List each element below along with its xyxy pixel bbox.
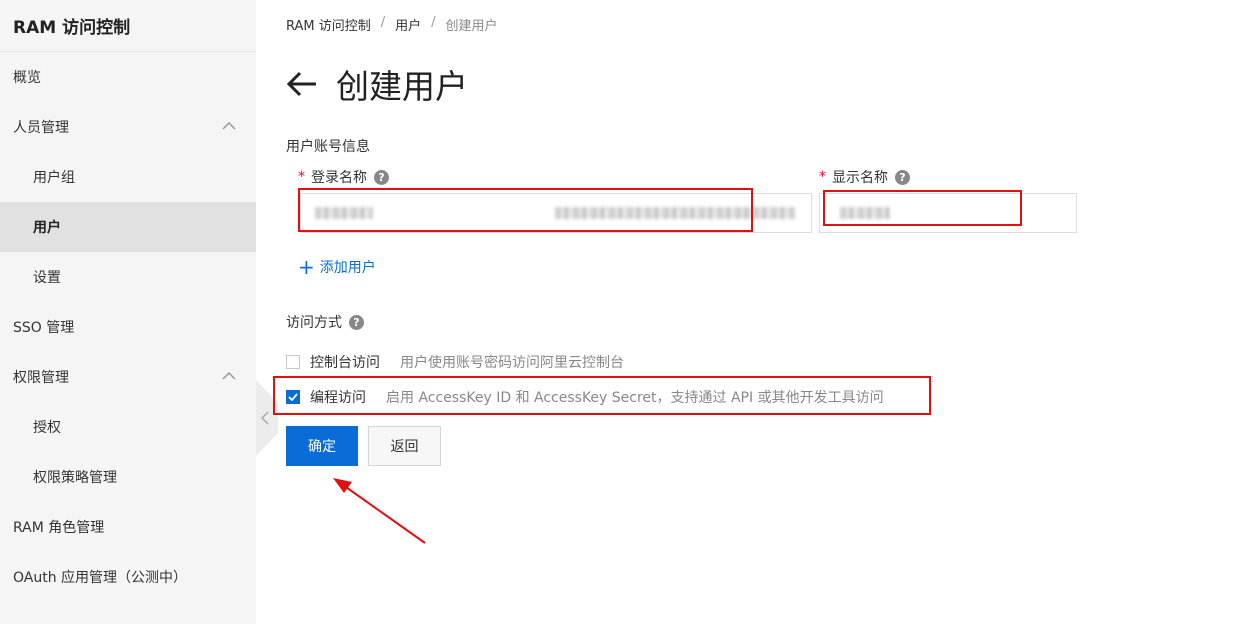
sidebar-item-label: 设置 bbox=[33, 270, 61, 286]
breadcrumb-item-ram[interactable]: RAM 访问控制 bbox=[286, 15, 371, 34]
sidebar-item-label: SSO 管理 bbox=[13, 320, 75, 336]
sidebar-item-label: 用户组 bbox=[33, 170, 75, 186]
sidebar-item-grants[interactable]: 授权 bbox=[0, 402, 256, 452]
console-access-checkbox[interactable] bbox=[286, 355, 300, 369]
sidebar-item-sso[interactable]: SSO 管理 bbox=[0, 302, 256, 352]
sidebar-item-oauth-apps[interactable]: OAuth 应用管理（公测中） bbox=[0, 552, 256, 602]
page-title: 创建用户 bbox=[336, 67, 468, 106]
api-access-option[interactable]: 编程访问 启用 AccessKey ID 和 AccessKey Secret，… bbox=[286, 387, 884, 407]
chevron-up-icon[interactable] bbox=[222, 370, 236, 380]
login-name-label: * 登录名称 ? bbox=[298, 167, 389, 187]
access-section-label: 访问方式 ? bbox=[286, 312, 364, 332]
required-mark: * bbox=[298, 169, 305, 185]
sidebar: RAM 访问控制 概览 人员管理 用户组 用户 设置 SSO 管理 权限管理 授… bbox=[0, 0, 256, 624]
arrow-left-icon[interactable] bbox=[286, 70, 318, 98]
sidebar-item-label: 权限策略管理 bbox=[33, 470, 117, 486]
console-access-desc: 用户使用账号密码访问阿里云控制台 bbox=[400, 355, 624, 371]
breadcrumb-separator: / bbox=[431, 15, 436, 30]
login-name-label-text: 登录名称 bbox=[311, 170, 367, 186]
chevron-left-icon bbox=[261, 411, 269, 425]
display-name-label-text: 显示名称 bbox=[832, 170, 888, 186]
main-content: RAM 访问控制 / 用户 / 创建用户 创建用户 用户账号信息 * 登录名称 … bbox=[273, 0, 1258, 624]
redacted-text bbox=[555, 207, 795, 219]
chevron-up-icon[interactable] bbox=[222, 120, 236, 130]
account-section-label: 用户账号信息 bbox=[286, 139, 370, 155]
sidebar-item-label: 授权 bbox=[33, 420, 61, 436]
console-access-label: 控制台访问 bbox=[310, 355, 380, 371]
sidebar-item-identities[interactable]: 人员管理 bbox=[0, 102, 256, 152]
plus-icon: + bbox=[298, 255, 315, 279]
sidebar-title: RAM 访问控制 bbox=[0, 0, 256, 52]
sidebar-item-label: 人员管理 bbox=[13, 120, 69, 136]
sidebar-item-overview[interactable]: 概览 bbox=[0, 52, 256, 102]
display-name-label: * 显示名称 ? bbox=[819, 167, 910, 187]
confirm-button[interactable]: 确定 bbox=[286, 426, 358, 466]
required-mark: * bbox=[819, 169, 826, 185]
sidebar-item-user-groups[interactable]: 用户组 bbox=[0, 152, 256, 202]
sidebar-item-settings[interactable]: 设置 bbox=[0, 252, 256, 302]
back-button[interactable]: 返回 bbox=[368, 426, 441, 466]
sidebar-item-users[interactable]: 用户 bbox=[0, 202, 256, 252]
sidebar-item-label: 用户 bbox=[33, 220, 61, 236]
sidebar-item-label: OAuth 应用管理（公测中） bbox=[13, 570, 188, 586]
breadcrumb: RAM 访问控制 / 用户 / 创建用户 bbox=[286, 15, 498, 34]
breadcrumb-item-users[interactable]: 用户 bbox=[395, 15, 421, 34]
sidebar-item-label: 概览 bbox=[13, 70, 41, 86]
breadcrumb-separator: / bbox=[380, 15, 386, 30]
api-access-desc: 启用 AccessKey ID 和 AccessKey Secret，支持通过 … bbox=[386, 390, 884, 406]
sidebar-item-policies[interactable]: 权限策略管理 bbox=[0, 452, 256, 502]
console-access-option[interactable]: 控制台访问 用户使用账号密码访问阿里云控制台 bbox=[286, 352, 624, 372]
display-name-input[interactable] bbox=[819, 193, 1077, 233]
check-icon bbox=[288, 393, 298, 401]
login-name-input[interactable] bbox=[300, 193, 812, 233]
question-circle-icon[interactable]: ? bbox=[374, 169, 389, 185]
redacted-text bbox=[315, 207, 373, 219]
api-access-checkbox[interactable] bbox=[286, 390, 300, 404]
redacted-text bbox=[840, 207, 890, 219]
add-user-label: 添加用户 bbox=[319, 260, 376, 276]
question-circle-icon[interactable]: ? bbox=[349, 314, 364, 330]
access-section-text: 访问方式 bbox=[286, 315, 342, 331]
sidebar-collapse-handle[interactable] bbox=[256, 380, 278, 456]
sidebar-item-roles[interactable]: RAM 角色管理 bbox=[0, 502, 256, 552]
question-circle-icon[interactable]: ? bbox=[895, 169, 910, 185]
page-header: 创建用户 bbox=[286, 60, 468, 108]
sidebar-item-label: RAM 角色管理 bbox=[13, 520, 105, 536]
sidebar-item-label: 权限管理 bbox=[13, 370, 69, 386]
api-access-label: 编程访问 bbox=[310, 390, 366, 406]
sidebar-item-permissions[interactable]: 权限管理 bbox=[0, 352, 256, 402]
add-user-link[interactable]: + 添加用户 bbox=[298, 257, 376, 277]
breadcrumb-item-current: 创建用户 bbox=[445, 19, 498, 34]
